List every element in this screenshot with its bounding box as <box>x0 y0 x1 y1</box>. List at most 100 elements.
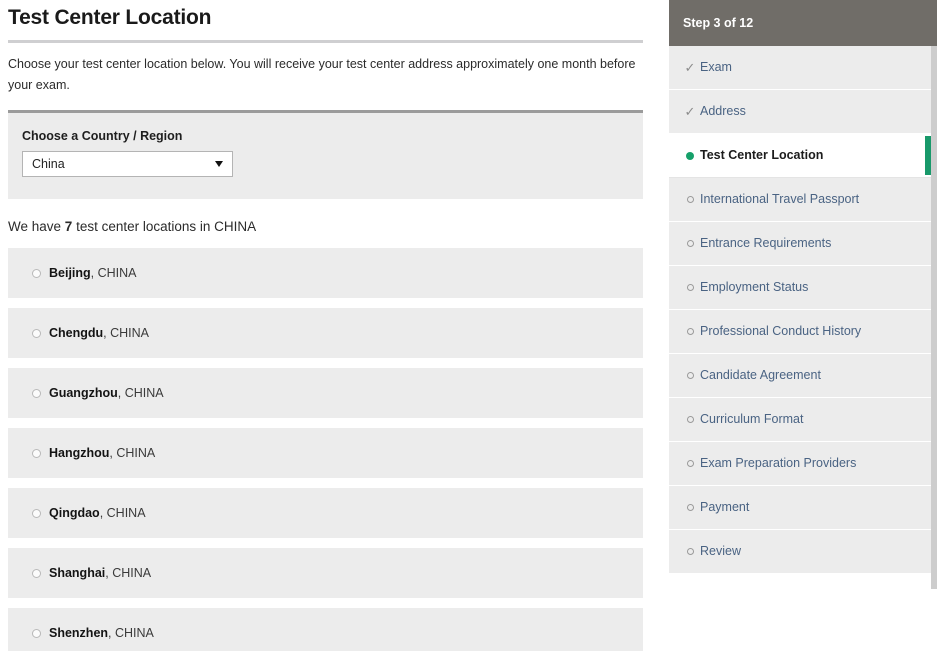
filled-dot-icon <box>686 151 694 160</box>
pending-step-dot-icon <box>683 530 697 573</box>
sidebar-step-test-center-location[interactable]: Test Center Location <box>669 134 931 178</box>
test-center-row[interactable]: Shenzhen, CHINA <box>8 608 643 651</box>
check-glyph: ✓ <box>684 104 696 119</box>
open-circle-icon <box>686 240 694 248</box>
open-circle-icon <box>686 196 694 204</box>
test-center-country: , CHINA <box>108 626 154 640</box>
country-select[interactable]: China <box>22 151 233 177</box>
test-center-city: Hangzhou <box>49 446 110 460</box>
test-center-row[interactable]: Chengdu, CHINA <box>8 308 643 358</box>
test-center-label: Qingdao, CHINA <box>49 488 146 538</box>
test-center-radio[interactable] <box>32 389 41 398</box>
sidebar-step-label: Professional Conduct History <box>700 324 862 338</box>
current-step-dot-icon <box>683 134 697 177</box>
country-select-label: Choose a Country / Region <box>22 129 183 143</box>
sidebar-step-label: Candidate Agreement <box>700 368 821 382</box>
sidebar-step-curriculum-format[interactable]: Curriculum Format <box>669 398 931 442</box>
test-center-label: Shanghai, CHINA <box>49 548 151 598</box>
intro-text: Choose your test center location below. … <box>8 57 636 92</box>
open-circle-icon <box>686 460 694 468</box>
open-circle-icon <box>686 284 694 292</box>
test-center-city: Chengdu <box>49 326 104 340</box>
sidebar-step-exam-preparation-providers[interactable]: Exam Preparation Providers <box>669 442 931 486</box>
test-center-row[interactable]: Guangzhou, CHINA <box>8 368 643 418</box>
pending-step-dot-icon <box>683 266 697 309</box>
sidebar-step-label: Payment <box>700 500 750 514</box>
test-center-radio[interactable] <box>32 449 41 458</box>
sidebar-step-exam[interactable]: ✓ Exam <box>669 46 931 90</box>
test-center-city: Beijing <box>49 266 91 280</box>
test-center-country: , CHINA <box>117 386 164 400</box>
step-list: ✓ Exam ✓ Address Test Center Location Interna… <box>669 46 931 574</box>
pending-step-dot-icon <box>683 354 697 397</box>
test-center-row[interactable]: Shanghai, CHINA <box>8 548 643 598</box>
test-center-row[interactable]: Beijing, CHINA <box>8 248 643 298</box>
sidebar-step-label: International Travel Passport <box>700 192 860 206</box>
check-glyph: ✓ <box>684 60 696 75</box>
test-center-country: , CHINA <box>90 266 137 280</box>
test-center-row[interactable]: Qingdao, CHINA <box>8 488 643 538</box>
open-circle-icon <box>686 504 694 512</box>
test-center-label: Chengdu, CHINA <box>49 308 149 358</box>
pending-step-dot-icon <box>683 442 697 485</box>
test-center-label: Guangzhou, CHINA <box>49 368 164 418</box>
test-center-radio[interactable] <box>32 329 41 338</box>
test-center-country: , CHINA <box>99 506 146 520</box>
results-count: We have 7 test center locations in CHINA <box>0 199 651 234</box>
test-center-radio[interactable] <box>32 269 41 278</box>
country-selector-panel: Choose a Country / Region China <box>8 113 643 199</box>
open-circle-icon <box>686 328 694 336</box>
pending-step-dot-icon <box>683 486 697 529</box>
test-center-city: Shenzhen <box>49 626 109 640</box>
open-circle-icon <box>686 372 694 380</box>
pending-step-dot-icon <box>683 398 697 441</box>
sidebar-step-employment-status[interactable]: Employment Status <box>669 266 931 310</box>
sidebar-scrollbar-thumb[interactable] <box>931 46 937 589</box>
test-center-country: , CHINA <box>109 446 156 460</box>
page-title: Test Center Location <box>8 6 212 29</box>
sidebar-step-address[interactable]: ✓ Address <box>669 90 931 134</box>
test-center-radio[interactable] <box>32 569 41 578</box>
sidebar-step-payment[interactable]: Payment <box>669 486 931 530</box>
test-center-country: , CHINA <box>103 326 150 340</box>
test-center-city: Qingdao <box>49 506 100 520</box>
check-icon: ✓ <box>683 46 697 89</box>
main-content: Test Center Location Choose your test ce… <box>0 0 651 651</box>
pending-step-dot-icon <box>683 310 697 353</box>
sidebar-step-candidate-agreement[interactable]: Candidate Agreement <box>669 354 931 398</box>
test-center-row[interactable]: Hangzhou, CHINA <box>8 428 643 478</box>
test-center-radio[interactable] <box>32 509 41 518</box>
sidebar-step-label: Address <box>700 104 746 118</box>
test-center-label: Beijing, CHINA <box>49 248 137 298</box>
sidebar-step-review[interactable]: Review <box>669 530 931 574</box>
sidebar-step-international-travel-passport[interactable]: International Travel Passport <box>669 178 931 222</box>
test-center-list: Beijing, CHINA Chengdu, CHINA Guangzhou, C… <box>0 248 651 651</box>
country-select-value: China <box>32 157 65 171</box>
sidebar-step-label: Entrance Requirements <box>700 236 832 250</box>
pending-step-dot-icon <box>683 222 697 265</box>
test-center-radio[interactable] <box>32 629 41 638</box>
test-center-label: Shenzhen, CHINA <box>49 608 154 651</box>
sidebar-step-label: Exam <box>700 60 732 74</box>
check-icon: ✓ <box>683 90 697 133</box>
results-count-suffix: test center locations in CHINA <box>72 219 257 234</box>
sidebar-step-label: Test Center Location <box>700 148 824 162</box>
sidebar-step-label: Curriculum Format <box>700 412 804 426</box>
sidebar-step-entrance-requirements[interactable]: Entrance Requirements <box>669 222 931 266</box>
registration-wizard-page: Test Center Location Choose your test ce… <box>0 0 937 651</box>
test-center-label: Hangzhou, CHINA <box>49 428 155 478</box>
step-header: Step 3 of 12 <box>669 0 937 46</box>
pending-step-dot-icon <box>683 178 697 221</box>
test-center-city: Shanghai <box>49 566 106 580</box>
wizard-sidebar: Step 3 of 12 ✓ Exam ✓ Address Test Center Lo… <box>669 0 937 651</box>
sidebar-step-professional-conduct-history[interactable]: Professional Conduct History <box>669 310 931 354</box>
results-count-prefix: We have <box>8 219 65 234</box>
test-center-country: , CHINA <box>105 566 152 580</box>
sidebar-step-label: Exam Preparation Providers <box>700 456 857 470</box>
test-center-city: Guangzhou <box>49 386 118 400</box>
sidebar-step-label: Employment Status <box>700 280 809 294</box>
open-circle-icon <box>686 416 694 424</box>
chevron-down-icon <box>215 161 223 167</box>
open-circle-icon <box>686 548 694 556</box>
sidebar-step-label: Review <box>700 544 741 558</box>
